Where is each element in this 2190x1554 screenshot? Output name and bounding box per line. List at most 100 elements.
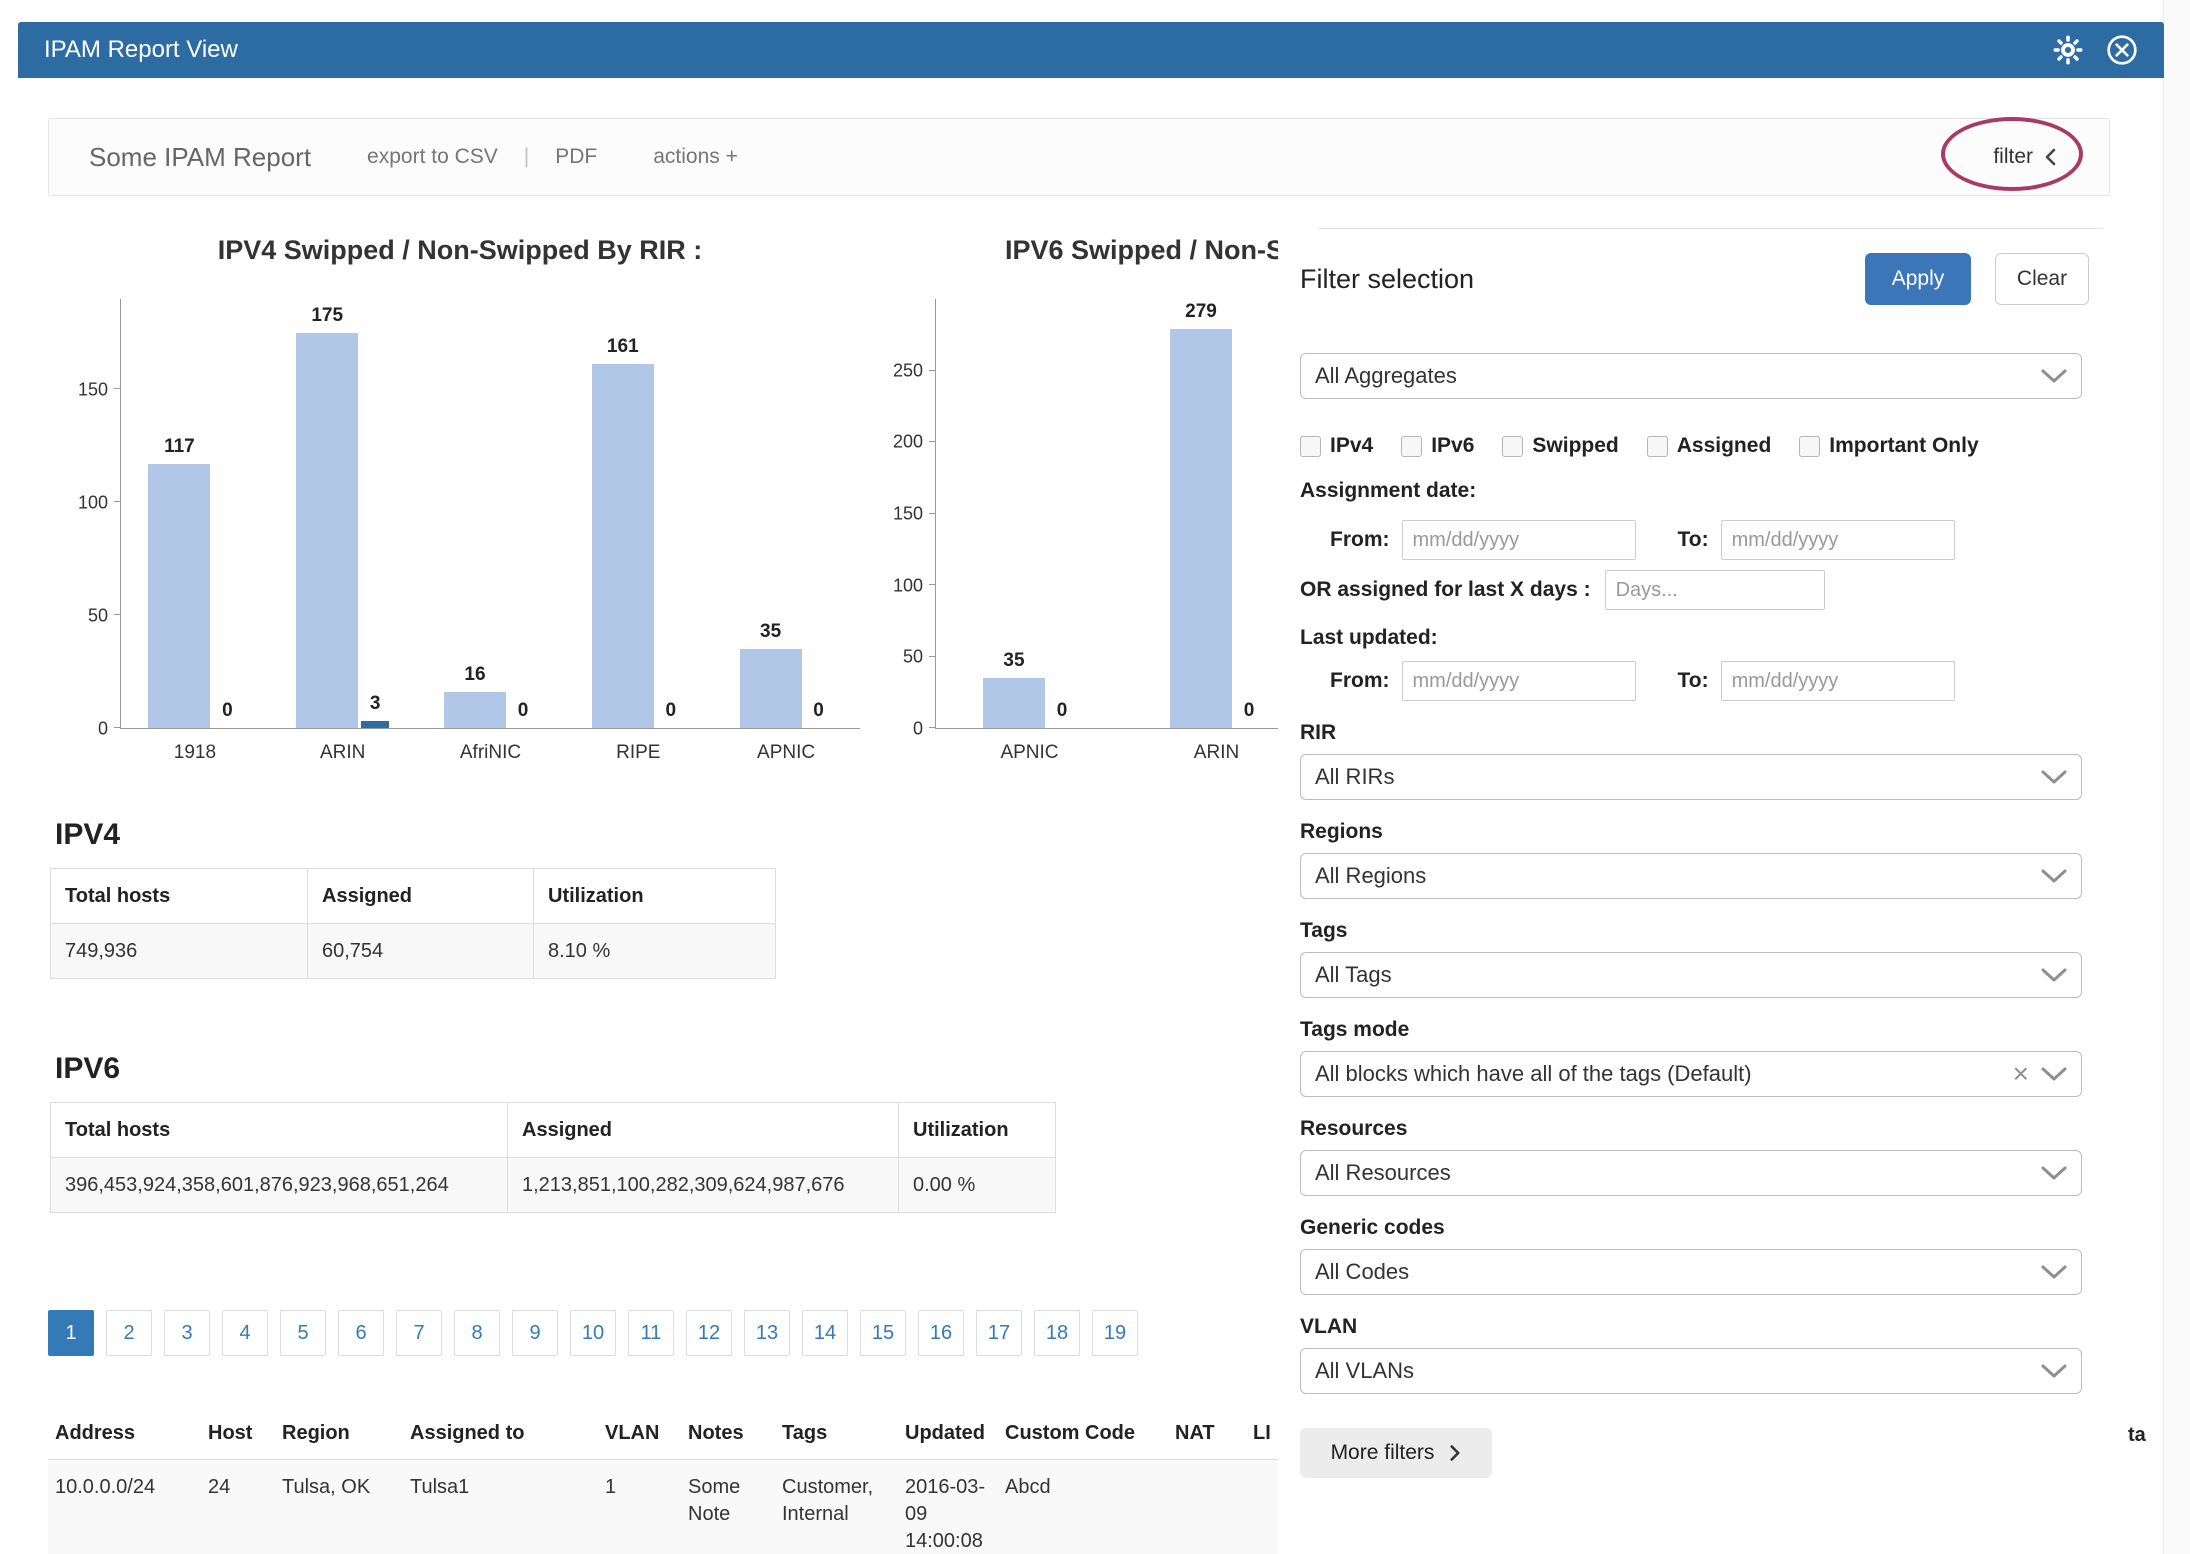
generic-codes-select[interactable]: All Codes bbox=[1300, 1249, 2082, 1295]
filter-toggle-button[interactable]: filter bbox=[1993, 145, 2057, 169]
bar-value-label: 0 bbox=[222, 700, 233, 722]
important-only-checkbox[interactable]: Important Only bbox=[1799, 434, 1978, 458]
bar-value-label: 0 bbox=[518, 700, 529, 722]
bar-value-label: 16 bbox=[464, 664, 485, 686]
chevron-down-icon bbox=[2041, 770, 2067, 785]
swipped-checkbox[interactable]: Swipped bbox=[1502, 434, 1618, 458]
close-window-icon[interactable] bbox=[2106, 34, 2138, 66]
checkbox-box[interactable] bbox=[1502, 436, 1523, 457]
page-button-6[interactable]: 6 bbox=[338, 1310, 384, 1356]
page-button-8[interactable]: 8 bbox=[454, 1310, 500, 1356]
filter-panel-title: Filter selection bbox=[1300, 264, 1474, 295]
page-button-11[interactable]: 11 bbox=[628, 1310, 674, 1356]
page-button-9[interactable]: 9 bbox=[512, 1310, 558, 1356]
aggregates-select[interactable]: All Aggregates bbox=[1300, 353, 2082, 399]
chevron-down-icon bbox=[2041, 1265, 2067, 1280]
page-button-17[interactable]: 17 bbox=[976, 1310, 1022, 1356]
regions-select[interactable]: All Regions bbox=[1300, 853, 2082, 899]
table-cell: Customer, Internal bbox=[775, 1460, 898, 1554]
vlan-select[interactable]: All VLANs bbox=[1300, 1348, 2082, 1394]
page-button-10[interactable]: 10 bbox=[570, 1310, 616, 1356]
window-scrollbar[interactable] bbox=[2163, 0, 2190, 1554]
table-cell: Some Note bbox=[681, 1460, 775, 1554]
table-cell: 10.0.0.0/24 bbox=[48, 1460, 201, 1554]
assignment-date-to-input[interactable] bbox=[1721, 520, 1955, 560]
titlebar-icons bbox=[2052, 34, 2138, 66]
page-button-2[interactable]: 2 bbox=[106, 1310, 152, 1356]
report-toolbar: Some IPAM Report export to CSV | PDF act… bbox=[48, 118, 2110, 196]
page-button-16[interactable]: 16 bbox=[918, 1310, 964, 1356]
ipv6-summary-table: Total hostsAssignedUtilization396,453,92… bbox=[50, 1102, 1056, 1213]
last-x-days-input[interactable] bbox=[1605, 570, 1825, 610]
resources-label: Resources bbox=[1300, 1117, 2103, 1141]
clear-button[interactable]: Clear bbox=[1995, 253, 2089, 305]
settings-gear-icon[interactable] bbox=[2052, 34, 2084, 66]
vlan-field: VLANAll VLANs bbox=[1300, 1315, 2103, 1394]
checkbox-box[interactable] bbox=[1401, 436, 1422, 457]
bar-value-label: 35 bbox=[760, 621, 781, 643]
ipv6-checkbox[interactable]: IPv6 bbox=[1401, 434, 1474, 458]
table-cell: 2016-03-09 14:00:08 bbox=[898, 1460, 998, 1554]
bar-group-ripe: 1610RIPE bbox=[592, 299, 685, 728]
select-value: All blocks which have all of the tags (D… bbox=[1315, 1061, 1752, 1087]
toolbar-divider: | bbox=[524, 145, 529, 169]
page-button-15[interactable]: 15 bbox=[860, 1310, 906, 1356]
checkbox-box[interactable] bbox=[1647, 436, 1668, 457]
assignment-date-from-input[interactable] bbox=[1402, 520, 1636, 560]
tags-select[interactable]: All Tags bbox=[1300, 952, 2082, 998]
checkbox-label: Swipped bbox=[1532, 434, 1618, 458]
page-button-1[interactable]: 1 bbox=[48, 1310, 94, 1356]
page-button-12[interactable]: 12 bbox=[686, 1310, 732, 1356]
swipped-bar: 35 bbox=[740, 649, 802, 728]
select-value: All Resources bbox=[1315, 1160, 1451, 1186]
plot-area: 117019181753ARIN160AfriNIC1610RIPE350APN… bbox=[120, 299, 860, 729]
pdf-link[interactable]: PDF bbox=[555, 145, 597, 169]
page-button-14[interactable]: 14 bbox=[802, 1310, 848, 1356]
page-button-3[interactable]: 3 bbox=[164, 1310, 210, 1356]
page-button-5[interactable]: 5 bbox=[280, 1310, 326, 1356]
chevron-down-icon bbox=[2041, 968, 2067, 983]
bar-value-label: 3 bbox=[370, 693, 381, 715]
select-value: All RIRs bbox=[1315, 764, 1394, 790]
page-button-18[interactable]: 18 bbox=[1034, 1310, 1080, 1356]
column-header-updated: Updated bbox=[898, 1408, 998, 1460]
rir-select[interactable]: All RIRs bbox=[1300, 754, 2082, 800]
clipped-column-header: ta bbox=[2128, 1424, 2146, 1447]
clear-selection-icon[interactable]: × bbox=[2013, 1060, 2029, 1088]
table-cell: 24 bbox=[201, 1460, 275, 1554]
swipped-bar: 117 bbox=[148, 464, 210, 728]
category-label: ARIN bbox=[320, 742, 365, 764]
checkbox-label: Important Only bbox=[1829, 434, 1978, 458]
y-tick-label: 250 bbox=[893, 360, 923, 381]
ipv4-chart-title: IPV4 Swipped / Non-Swipped By RIR : bbox=[60, 235, 860, 269]
table-cell: 396,453,924,358,601,876,923,968,651,264 bbox=[51, 1158, 508, 1213]
apply-button[interactable]: Apply bbox=[1865, 253, 1971, 305]
to-label: To: bbox=[1678, 528, 1709, 552]
table-cell bbox=[1168, 1460, 1246, 1554]
assigned-checkbox[interactable]: Assigned bbox=[1647, 434, 1772, 458]
table-cell: Tulsa, OK bbox=[275, 1460, 403, 1554]
checkbox-box[interactable] bbox=[1300, 436, 1321, 457]
ipv6-swip-chart: IPV6 Swipped / Non-Swipped By RIR : 0501… bbox=[880, 235, 1310, 729]
more-filters-button[interactable]: More filters bbox=[1300, 1428, 1492, 1478]
page-button-13[interactable]: 13 bbox=[744, 1310, 790, 1356]
column-header-total-hosts: Total hosts bbox=[51, 869, 308, 924]
last-updated-from-input[interactable] bbox=[1402, 661, 1636, 701]
actions-menu-link[interactable]: actions + bbox=[653, 145, 738, 169]
column-header-notes: Notes bbox=[681, 1408, 775, 1460]
rir-field: RIRAll RIRs bbox=[1300, 721, 2103, 800]
tags-mode-select[interactable]: All blocks which have all of the tags (D… bbox=[1300, 1051, 2082, 1097]
resources-select[interactable]: All Resources bbox=[1300, 1150, 2082, 1196]
last-updated-row: From: To: bbox=[1300, 661, 2103, 701]
column-header-host: Host bbox=[201, 1408, 275, 1460]
page-button-19[interactable]: 19 bbox=[1092, 1310, 1138, 1356]
page-button-4[interactable]: 4 bbox=[222, 1310, 268, 1356]
checkbox-box[interactable] bbox=[1799, 436, 1820, 457]
export-csv-link[interactable]: export to CSV bbox=[367, 145, 498, 169]
table-row[interactable]: 10.0.0.0/2424Tulsa, OKTulsa11Some NoteCu… bbox=[48, 1460, 1366, 1554]
table-cell: Tulsa1 bbox=[403, 1460, 598, 1554]
ipv4-checkbox[interactable]: IPv4 bbox=[1300, 434, 1373, 458]
last-updated-to-input[interactable] bbox=[1721, 661, 1955, 701]
page-button-7[interactable]: 7 bbox=[396, 1310, 442, 1356]
tags-mode-label: Tags mode bbox=[1300, 1018, 2103, 1042]
